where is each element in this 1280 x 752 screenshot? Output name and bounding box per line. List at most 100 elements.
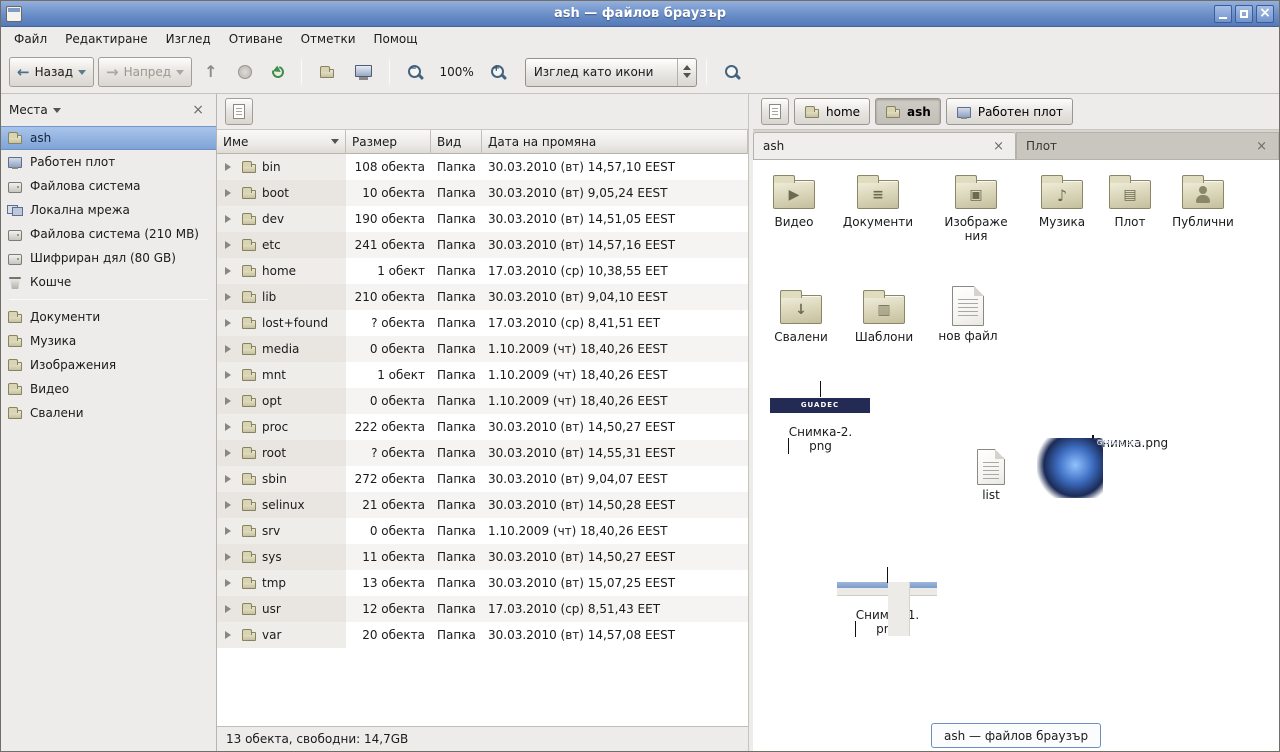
forward-button[interactable]: → Напред	[98, 57, 192, 87]
zoom-in-button[interactable]: +	[482, 57, 515, 87]
computer-button[interactable]	[347, 57, 380, 87]
path-root-button[interactable]	[761, 98, 789, 125]
image-item-shot1[interactable]: Снимка-1.png	[837, 568, 937, 637]
expander-icon[interactable]	[225, 553, 235, 561]
file-row[interactable]: opt 0 обекта Папка 1.10.2009 (чт) 18,40,…	[217, 388, 748, 414]
sidebar-item[interactable]: Изображения	[1, 353, 216, 377]
expander-icon[interactable]	[225, 579, 235, 587]
back-dropdown-icon[interactable]	[78, 70, 86, 79]
sidebar-item[interactable]: Документи	[1, 305, 216, 329]
folder-item-documents[interactable]: Документи	[838, 170, 918, 229]
sidebar-item[interactable]: Видео	[1, 377, 216, 401]
sidebar-item[interactable]: ash	[1, 126, 216, 150]
file-item-newfile[interactable]: нов файл	[928, 286, 1008, 343]
expander-icon[interactable]	[225, 163, 235, 171]
expander-icon[interactable]	[225, 501, 235, 509]
expander-icon[interactable]	[225, 449, 235, 457]
sidebar-item[interactable]: Свалени	[1, 401, 216, 425]
tab-close-icon[interactable]	[1254, 140, 1269, 153]
reload-button[interactable]	[264, 57, 292, 87]
expander-icon[interactable]	[225, 397, 235, 405]
menu-item[interactable]: Файл	[5, 29, 56, 49]
sidebar-item[interactable]: Файлова система	[1, 174, 216, 198]
sidebar-item[interactable]: Файлова система (210 MB)	[1, 222, 216, 246]
titlebar[interactable]: ash — файлов браузър	[1, 1, 1279, 27]
file-row[interactable]: srv 0 обекта Папка 1.10.2009 (чт) 18,40,…	[217, 518, 748, 544]
folder-item-desktop[interactable]: Плот	[1090, 170, 1170, 229]
expander-icon[interactable]	[225, 605, 235, 613]
menu-item[interactable]: Редактиране	[56, 29, 157, 49]
expander-icon[interactable]	[225, 527, 235, 535]
sidebar-title[interactable]: Места	[9, 103, 48, 117]
sidebar-item[interactable]: Кошче	[1, 270, 216, 294]
taskbar-window-label[interactable]: ash — файлов браузър	[931, 723, 1101, 748]
menu-item[interactable]: Отиване	[220, 29, 292, 49]
file-row[interactable]: home 1 обект Папка 17.03.2010 (ср) 10,38…	[217, 258, 748, 284]
image-item-shot2[interactable]: GUADEC Снимка-2.png	[770, 382, 870, 454]
file-row[interactable]: proc 222 обекта Папка 30.03.2010 (вт) 14…	[217, 414, 748, 440]
view-mode-select[interactable]: Изглед като икони	[525, 58, 697, 87]
sidebar-item[interactable]: Локална мрежа	[1, 198, 216, 222]
search-button[interactable]	[716, 57, 749, 87]
expander-icon[interactable]	[225, 189, 235, 197]
tab[interactable]: Плот	[1016, 132, 1279, 159]
column-header-name[interactable]: Име	[217, 130, 346, 154]
expander-icon[interactable]	[225, 475, 235, 483]
expander-icon[interactable]	[225, 241, 235, 249]
expander-icon[interactable]	[225, 345, 235, 353]
tab[interactable]: ash	[753, 132, 1016, 159]
home-folder-button[interactable]	[311, 57, 343, 87]
file-row[interactable]: dev 190 обекта Папка 30.03.2010 (вт) 14,…	[217, 206, 748, 232]
menu-item[interactable]: Отметки	[292, 29, 365, 49]
folder-item-images[interactable]: Изображения	[936, 170, 1016, 244]
file-row[interactable]: sys 11 обекта Папка 30.03.2010 (вт) 14,5…	[217, 544, 748, 570]
folder-item-downloads[interactable]: Свалени	[761, 285, 841, 344]
up-button[interactable]: ↑	[196, 57, 225, 87]
column-header-date[interactable]: Дата на промяна	[482, 130, 748, 154]
file-row[interactable]: mnt 1 обект Папка 1.10.2009 (чт) 18,40,2…	[217, 362, 748, 388]
sidebar-item[interactable]: Работен плот	[1, 150, 216, 174]
image-item-shot[interactable]: GNOME Store Снимка.png	[1080, 433, 1180, 450]
folder-item-public[interactable]: Публични	[1163, 170, 1243, 229]
file-row[interactable]: bin 108 обекта Папка 30.03.2010 (вт) 14,…	[217, 154, 748, 180]
sidebar-title-dropdown-icon[interactable]	[53, 108, 61, 117]
file-row[interactable]: etc 241 обекта Папка 30.03.2010 (вт) 14,…	[217, 232, 748, 258]
expander-icon[interactable]	[225, 631, 235, 639]
sidebar-close-icon[interactable]	[188, 102, 208, 118]
expander-icon[interactable]	[225, 319, 235, 327]
folder-item-templates[interactable]: Шаблони	[844, 285, 924, 344]
menu-item[interactable]: Помощ	[365, 29, 427, 49]
pane-location-button[interactable]	[225, 98, 253, 125]
file-row[interactable]: lost+found ? обекта Папка 17.03.2010 (ср…	[217, 310, 748, 336]
sidebar-item[interactable]: Шифриран дял (80 GB)	[1, 246, 216, 270]
folder-item-video[interactable]: Видео	[754, 170, 834, 229]
icon-view[interactable]: Видео Документи Изображения Музика Плот	[753, 160, 1279, 751]
file-row[interactable]: selinux 21 обекта Папка 30.03.2010 (вт) …	[217, 492, 748, 518]
file-row[interactable]: media 0 обекта Папка 1.10.2009 (чт) 18,4…	[217, 336, 748, 362]
expander-icon[interactable]	[225, 423, 235, 431]
column-header-type[interactable]: Вид	[431, 130, 482, 154]
file-row[interactable]: root ? обекта Папка 30.03.2010 (вт) 14,5…	[217, 440, 748, 466]
path-button[interactable]: home	[794, 98, 870, 125]
minimize-button[interactable]	[1214, 5, 1232, 23]
file-row[interactable]: usr 12 обекта Папка 17.03.2010 (ср) 8,51…	[217, 596, 748, 622]
combo-spinner-icon[interactable]	[677, 59, 696, 86]
file-row[interactable]: tmp 13 обекта Папка 30.03.2010 (вт) 15,0…	[217, 570, 748, 596]
zoom-out-button[interactable]: −	[399, 57, 432, 87]
column-header-size[interactable]: Размер	[346, 130, 431, 154]
maximize-button[interactable]	[1235, 5, 1253, 23]
expander-icon[interactable]	[225, 267, 235, 275]
path-button[interactable]: ash	[875, 98, 941, 125]
expander-icon[interactable]	[225, 371, 235, 379]
file-item-list[interactable]: list	[951, 449, 1031, 502]
path-button[interactable]: Работен плот	[946, 98, 1073, 125]
tab-close-icon[interactable]	[991, 140, 1006, 153]
stop-button[interactable]	[230, 57, 260, 87]
file-row[interactable]: lib 210 обекта Папка 30.03.2010 (вт) 9,0…	[217, 284, 748, 310]
expander-icon[interactable]	[225, 293, 235, 301]
file-row[interactable]: boot 10 обекта Папка 30.03.2010 (вт) 9,0…	[217, 180, 748, 206]
close-button[interactable]	[1256, 5, 1274, 23]
file-row[interactable]: sbin 272 обекта Папка 30.03.2010 (вт) 9,…	[217, 466, 748, 492]
expander-icon[interactable]	[225, 215, 235, 223]
menu-item[interactable]: Изглед	[157, 29, 220, 49]
